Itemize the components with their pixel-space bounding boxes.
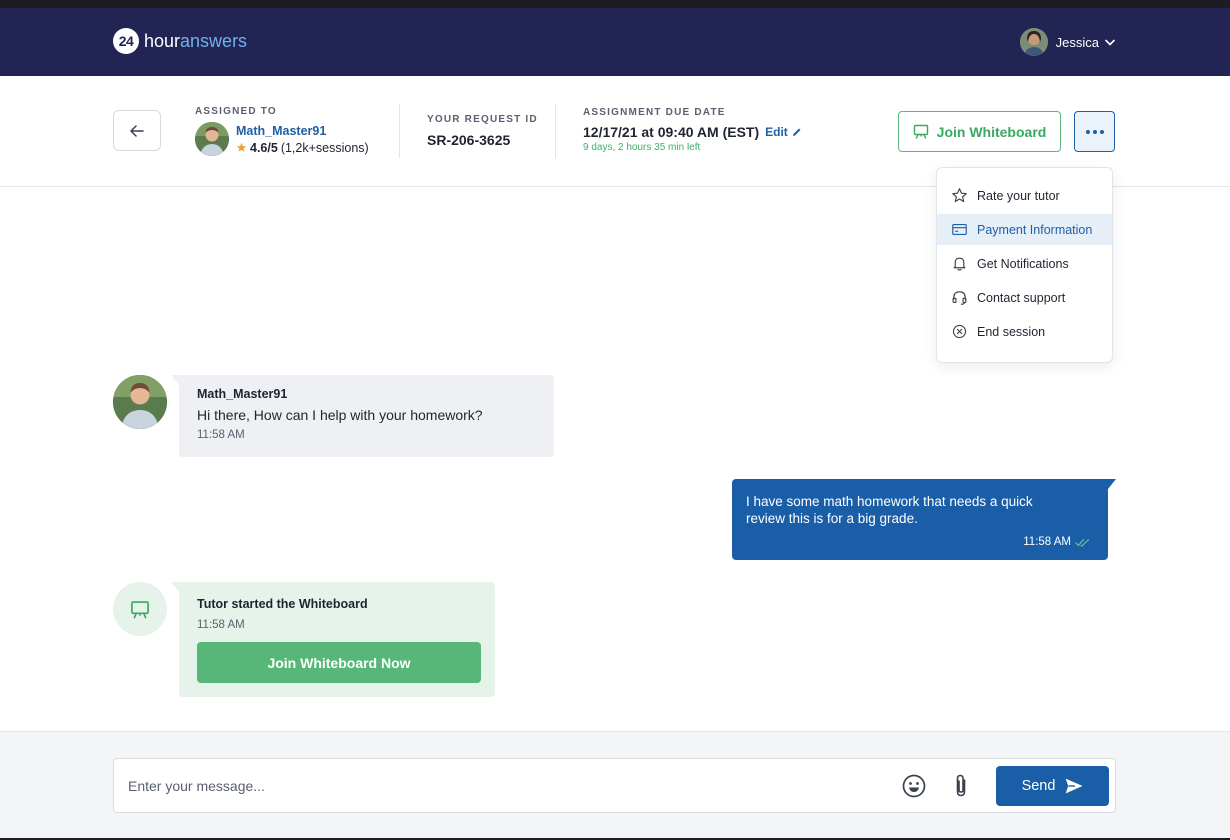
due-date-section: ASSIGNMENT DUE DATE 12/17/21 at 09:40 AM… (583, 107, 802, 153)
message-text: Hi there, How can I help with your homew… (197, 407, 483, 423)
join-whiteboard-now-button[interactable]: Join Whiteboard Now (197, 642, 481, 683)
menu-item-rate-tutor[interactable]: Rate your tutor (937, 180, 1112, 211)
logo[interactable]: 24 houranswers (113, 28, 247, 54)
menu-item-label: End session (977, 324, 1046, 339)
more-options-button[interactable] (1074, 111, 1115, 152)
user-menu[interactable]: Jessica (1019, 28, 1115, 56)
arrow-left-icon (130, 124, 144, 137)
menu-item-label: Rate your tutor (977, 188, 1060, 203)
divider (555, 104, 556, 158)
top-navbar: 24 houranswers Jessica (0, 8, 1230, 76)
dot (1085, 129, 1090, 134)
time-left: 9 days, 2 hours 35 min left (583, 142, 701, 153)
assigned-to-section: ASSIGNED TO Math_Master91 4.6/5 (1,2k+se… (195, 106, 369, 156)
dot (1092, 129, 1097, 134)
menu-item-label: Payment Information (977, 222, 1093, 237)
join-whiteboard-button[interactable]: Join Whiteboard (898, 111, 1061, 152)
tutor-message-bubble: Math_Master91 Hi there, How can I help w… (171, 375, 554, 457)
options-dropdown-menu: Rate your tutor Payment Information Get … (936, 167, 1113, 363)
attachment-icon[interactable] (950, 772, 972, 800)
dot (1099, 129, 1104, 134)
logo-badge: 24 (113, 28, 139, 54)
tutor-message-avatar (113, 375, 167, 429)
whiteboard-icon (913, 124, 928, 139)
headset-icon (952, 291, 967, 305)
tutor-name-link[interactable]: Math_Master91 (236, 124, 369, 138)
message-time-row: 11:58 AM (1023, 536, 1090, 548)
back-button[interactable] (113, 110, 161, 151)
user-message-bubble: I have some math homework that needs a q… (732, 479, 1116, 560)
bell-icon (953, 257, 966, 271)
menu-item-payment-information[interactable]: Payment Information (937, 214, 1112, 245)
whiteboard-event-title: Tutor started the Whiteboard (197, 597, 368, 611)
message-time: 11:58 AM (1023, 536, 1071, 548)
join-whiteboard-label: Join Whiteboard (936, 123, 1047, 140)
request-id-label: YOUR REQUEST ID (427, 114, 538, 125)
message-author: Math_Master91 (197, 387, 288, 401)
logo-text: houranswers (144, 31, 247, 52)
pencil-icon (792, 128, 801, 136)
window-top-strip (0, 0, 1230, 8)
double-check-icon (1075, 538, 1090, 547)
user-name: Jessica (1055, 34, 1099, 50)
whiteboard-event-bubble: Tutor started the Whiteboard 11:58 AM Jo… (171, 582, 495, 697)
assigned-to-label: ASSIGNED TO (195, 106, 277, 117)
session-count: (1,2k+sessions) (280, 140, 369, 155)
message-composer: Send (113, 758, 1116, 813)
star-icon (952, 188, 967, 203)
message-input[interactable] (128, 767, 868, 805)
message-time: 11:58 AM (197, 619, 245, 631)
logo-word-answers: answers (180, 30, 248, 51)
menu-item-get-notifications[interactable]: Get Notifications (937, 248, 1112, 279)
send-label: Send (1021, 778, 1056, 794)
message-text: I have some math homework that needs a q… (746, 494, 1033, 526)
send-button[interactable]: Send (996, 766, 1109, 806)
chevron-down-icon (1105, 37, 1115, 47)
emoji-icon[interactable] (901, 773, 927, 799)
divider (399, 104, 400, 158)
request-id-value: SR-206-3625 (427, 132, 511, 148)
edit-due-date-link[interactable]: Edit (765, 125, 802, 139)
menu-item-contact-support[interactable]: Contact support (937, 282, 1112, 313)
send-icon (1066, 778, 1083, 794)
rating-value: 4.6/5 (250, 140, 278, 155)
whiteboard-event-icon-circle (113, 582, 167, 636)
edit-label: Edit (765, 125, 788, 139)
due-date-label: ASSIGNMENT DUE DATE (583, 107, 726, 118)
tutor-rating: 4.6/5 (1,2k+sessions) (236, 141, 369, 155)
logo-word-hour: hour (144, 30, 181, 51)
star-icon (236, 142, 247, 152)
user-avatar (1019, 28, 1048, 56)
menu-item-label: Contact support (977, 290, 1066, 305)
credit-card-icon (952, 223, 967, 236)
menu-item-label: Get Notifications (977, 256, 1069, 271)
whiteboard-icon (131, 600, 149, 618)
close-circle-icon (952, 324, 967, 339)
message-time: 11:58 AM (197, 429, 245, 441)
due-date-value: 12/17/21 at 09:40 AM (EST) (583, 124, 760, 140)
request-id-section: YOUR REQUEST ID SR-206-3625 (427, 114, 538, 148)
menu-item-end-session[interactable]: End session (937, 316, 1112, 347)
tutor-avatar (195, 122, 229, 156)
